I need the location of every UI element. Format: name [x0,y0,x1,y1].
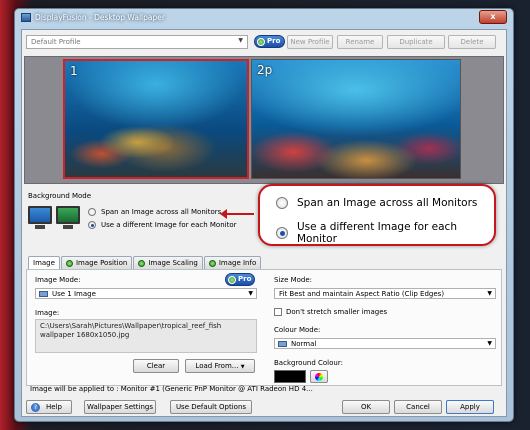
background-colour-swatch[interactable] [274,370,306,383]
monitor-icon [28,206,52,224]
radio-button[interactable] [88,221,96,229]
wallpaper-thumbnail [252,60,460,178]
monitor-1-preview[interactable]: 1 [63,59,249,179]
annotation-callout: Span an Image across all Monitors Use a … [258,184,496,246]
tab-label: Image Scaling [148,259,198,267]
tab-image-position[interactable]: Image Position [60,256,133,269]
monitor-label: 2p [257,63,273,77]
image-mode-value: Use 1 Image [52,290,96,298]
profile-toolbar: Default Profile ▼ Pro New Profile Rename… [26,35,502,50]
chevron-down-icon: ▼ [238,37,243,44]
different-image-option[interactable]: Use a different Image for each Monitor [88,221,237,229]
load-from-button[interactable]: Load From... ▼ [185,359,255,373]
size-mode-label: Size Mode: [274,276,313,284]
delete-button[interactable]: Delete [448,35,496,49]
colour-mode-value: Normal [291,340,317,348]
monitor-stand [63,225,73,229]
chevron-down-icon: ▼ [487,340,492,347]
pro-icon [65,259,73,267]
tab-label: Image Position [75,259,128,267]
wallpaper-thumbnail [65,61,247,177]
radio-button [276,227,288,239]
chevron-down-icon: ▼ [240,364,245,370]
tab-image[interactable]: Image [28,256,60,269]
tab-strip: Image Image Position Image Scaling Image… [28,256,262,269]
window-title: DisplayFusion - Desktop Wallpaper [35,13,165,22]
dont-stretch-label: Don't stretch smaller images [286,308,388,316]
span-option[interactable]: Span an Image across all Monitors [88,208,221,216]
image-tab-panel: Image Mode: Pro Use 1 Image ▼ Image: C:\… [26,269,502,386]
monitor-2-preview[interactable]: 2p [251,59,461,179]
image-label: Image: [35,309,60,317]
tab-label: Image [33,259,55,267]
profile-dropdown[interactable]: Default Profile ▼ [26,35,248,49]
app-icon [21,13,31,22]
new-profile-button[interactable]: New Profile [287,35,333,49]
colour-wheel-icon [315,373,323,381]
tab-image-scaling[interactable]: Image Scaling [133,256,203,269]
pro-icon [228,276,236,284]
span-option-label: Span an Image across all Monitors [101,208,222,216]
image-icon [39,291,48,297]
dont-stretch-checkbox[interactable] [274,308,282,316]
tab-image-info[interactable]: Image Info [203,256,262,269]
clear-button[interactable]: Clear [133,359,179,373]
callout-different-label: Use a different Image for each Monitor [297,221,457,245]
radio-button[interactable] [88,208,96,216]
cancel-button[interactable]: Cancel [394,400,442,414]
pro-badge[interactable]: Pro [225,273,255,286]
background-colour-label: Background Colour: [274,359,343,367]
different-image-option-label: Use a different Image for each Monitor [101,221,237,229]
tab-label: Image Info [218,259,257,267]
monitor-icon [56,206,80,224]
help-icon: ? [31,403,40,412]
chevron-down-icon: ▼ [248,290,253,297]
help-button[interactable]: ? Help [26,400,72,414]
image-mode-dropdown[interactable]: Use 1 Image ▼ [35,288,257,299]
image-mode-label: Image Mode: [35,276,81,284]
pro-icon [138,259,146,267]
pro-icon [257,38,265,46]
load-from-label: Load From... [195,362,239,370]
callout-arrow [220,209,254,219]
applied-to-status: Image will be applied to : Monitor #1 (G… [30,385,313,393]
image-path-field[interactable]: C:\Users\Sarah\Pictures\Wallpaper\tropic… [35,319,257,353]
callout-different-option: Use a different Image for each Monitor [276,221,494,245]
pro-icon [208,259,216,267]
profile-value: Default Profile [31,38,81,46]
colour-picker-button[interactable] [310,370,328,383]
wallpaper-settings-button[interactable]: Wallpaper Settings [84,400,156,414]
size-mode-value: Fit Best and maintain Aspect Ratio (Clip… [279,290,445,298]
duplicate-button[interactable]: Duplicate [387,35,445,49]
monitor-stand [35,225,45,229]
apply-button[interactable]: Apply [446,400,494,414]
colour-mode-dropdown[interactable]: Normal ▼ [274,338,496,349]
background-mode-label: Background Mode [28,192,92,200]
chevron-down-icon: ▼ [487,290,492,297]
size-mode-dropdown[interactable]: Fit Best and maintain Aspect Ratio (Clip… [274,288,496,299]
colour-mode-label: Colour Mode: [274,326,321,334]
use-default-options-button[interactable]: Use Default Options [170,400,252,414]
rename-button[interactable]: Rename [337,35,383,49]
ok-button[interactable]: OK [342,400,390,414]
title-bar[interactable]: DisplayFusion - Desktop Wallpaper x [15,9,513,27]
radio-button [276,197,288,209]
callout-span-label: Span an Image across all Monitors [297,197,478,209]
close-button[interactable]: x [479,10,507,24]
monitor-label: 1 [70,64,78,78]
monitor-preview-area: 1 2p [24,56,504,184]
callout-span-option: Span an Image across all Monitors [276,197,477,209]
monitors-icon [28,204,84,232]
pro-badge[interactable]: Pro [254,35,285,48]
colour-mode-icon [278,341,287,347]
